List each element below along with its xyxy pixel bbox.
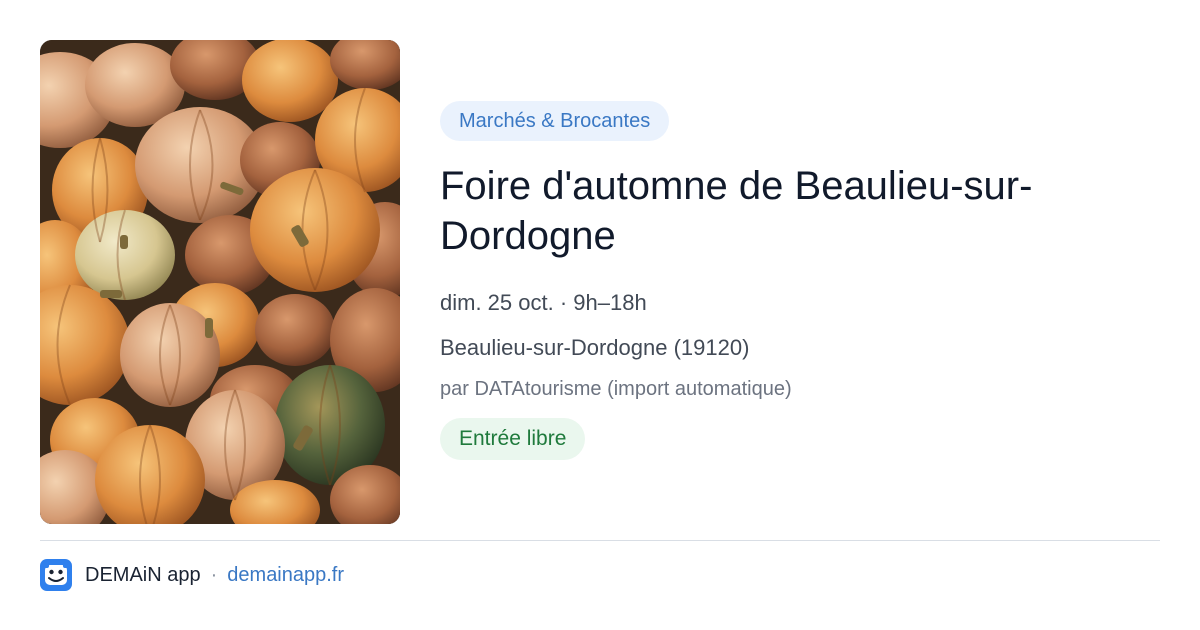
app-url-link[interactable]: demainapp.fr: [227, 564, 344, 587]
footer-separator: ·: [210, 563, 218, 586]
app-name: DEMAiN app: [85, 563, 201, 586]
category-badge[interactable]: Marchés & Brocantes: [440, 101, 670, 141]
event-details: Marchés & Brocantes Foire d'automne de B…: [440, 101, 1160, 460]
footer-divider: [40, 540, 1160, 541]
event-source: par DATAtourisme (import automatique): [440, 378, 792, 400]
event-location: Beaulieu-sur-Dordogne (19120): [440, 335, 750, 360]
event-share-card: Marchés & Brocantes Foire d'automne de B…: [0, 0, 1200, 630]
demain-app-logo-icon: [40, 559, 72, 591]
pumpkins-image: [40, 40, 400, 524]
price-badge: Entrée libre: [440, 418, 586, 460]
event-photo: [40, 40, 400, 524]
footer: DEMAiN app · demainapp.fr: [40, 558, 344, 592]
event-title: Foire d'automne de Beaulieu-sur-Dordogne: [440, 164, 1033, 258]
event-date: dim. 25 oct. · 9h–18h: [440, 290, 647, 315]
